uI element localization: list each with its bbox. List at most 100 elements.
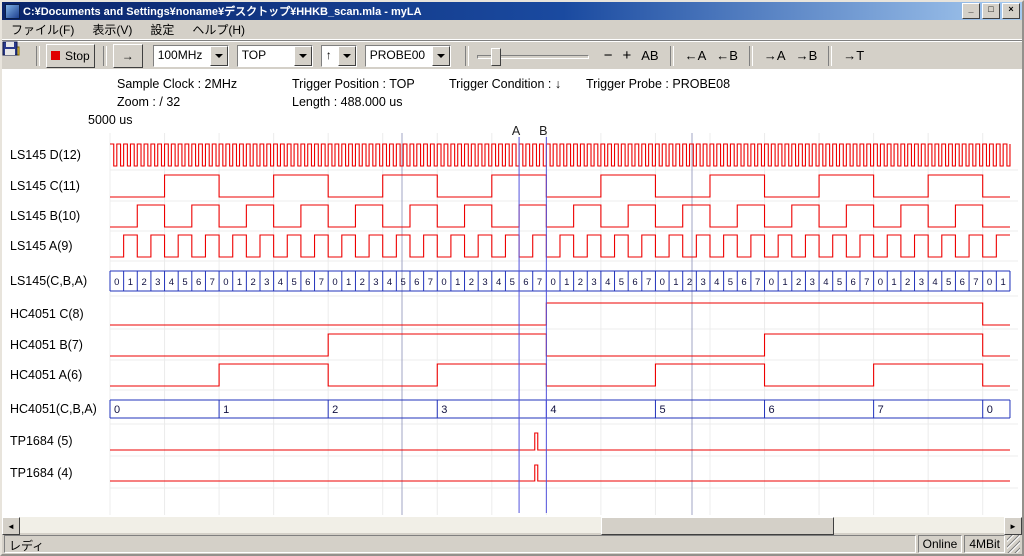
scroll-right-icon[interactable]: ► <box>1004 517 1022 535</box>
svg-text:7: 7 <box>537 277 542 288</box>
bus-waveform: 012345670 <box>110 400 1010 418</box>
svg-text:3: 3 <box>264 277 269 288</box>
svg-text:7: 7 <box>319 277 324 288</box>
trigger-position-combo[interactable]: TOP <box>237 45 313 67</box>
horizontal-scrollbar[interactable]: ◄ ► <box>2 517 1022 533</box>
status-memory: 4MBit <box>964 535 1005 553</box>
window-title: C:¥Documents and Settings¥noname¥デスクトップ¥… <box>23 3 960 19</box>
svg-text:1: 1 <box>782 277 787 288</box>
svg-text:6: 6 <box>305 277 310 288</box>
svg-text:4: 4 <box>714 277 719 288</box>
chevron-down-icon[interactable] <box>432 46 450 66</box>
scrollbar-thumb[interactable] <box>601 517 834 535</box>
svg-text:1: 1 <box>564 277 569 288</box>
svg-text:5: 5 <box>728 277 733 288</box>
scroll-left-icon[interactable]: ◄ <box>2 517 20 535</box>
trigger-edge-combo[interactable]: ↑ <box>321 45 357 67</box>
svg-text:2: 2 <box>469 277 474 288</box>
svg-text:4: 4 <box>169 277 174 288</box>
minimize-button[interactable]: _ <box>962 3 980 19</box>
stop-icon <box>51 51 60 60</box>
bus-waveform: 0123456701234567012345670123456701234567… <box>110 271 1010 291</box>
signal-waveform <box>110 465 1010 481</box>
goto-b-right-button[interactable]: →B <box>791 45 823 67</box>
chevron-down-icon[interactable] <box>338 46 356 66</box>
menu-help[interactable]: ヘルプ(H) <box>183 20 254 39</box>
chevron-down-icon[interactable] <box>294 46 312 66</box>
svg-text:0: 0 <box>114 277 119 288</box>
save-button[interactable] <box>20 45 28 67</box>
signal-waveform <box>110 433 1010 450</box>
svg-text:1: 1 <box>1001 277 1006 288</box>
maximize-button[interactable]: □ <box>982 3 1000 19</box>
signal-waveform <box>110 205 1010 227</box>
status-bar: レディ Online 4MBit <box>2 534 1022 554</box>
app-icon <box>5 4 20 19</box>
svg-text:1: 1 <box>455 277 460 288</box>
ab-button[interactable]: AB <box>636 45 663 67</box>
goto-a-left-button[interactable]: ←A <box>680 45 712 67</box>
svg-text:7: 7 <box>646 277 651 288</box>
svg-text:6: 6 <box>523 277 528 288</box>
goto-b-left-button[interactable]: ←B <box>711 45 743 67</box>
marker-label-a[interactable]: A <box>512 124 521 138</box>
run-button[interactable]: → <box>113 44 143 68</box>
svg-text:0: 0 <box>769 277 774 288</box>
marker-label-b[interactable]: B <box>539 124 547 138</box>
zoom-out-button[interactable]: − <box>599 45 618 67</box>
scrollbar-track[interactable] <box>20 517 1004 533</box>
svg-text:4: 4 <box>550 404 556 416</box>
stop-button[interactable]: Stop <box>46 44 95 68</box>
trigger-probe-combo[interactable]: PROBE00 <box>365 45 451 67</box>
svg-text:4: 4 <box>387 277 392 288</box>
close-button[interactable]: × <box>1002 3 1020 19</box>
svg-text:6: 6 <box>851 277 856 288</box>
svg-text:5: 5 <box>659 404 665 416</box>
svg-text:3: 3 <box>373 277 378 288</box>
trigger-edge-value: ↑ <box>322 46 338 66</box>
svg-text:2: 2 <box>251 277 256 288</box>
menu-file[interactable]: ファイル(F) <box>2 20 83 39</box>
svg-text:7: 7 <box>428 277 433 288</box>
svg-text:0: 0 <box>441 277 446 288</box>
waveform-client: Sample Clock : 2MHz Trigger Position : T… <box>2 69 1022 517</box>
menu-settings[interactable]: 設定 <box>141 20 183 39</box>
svg-text:5: 5 <box>837 277 842 288</box>
goto-a-right-button[interactable]: →A <box>759 45 791 67</box>
svg-text:2: 2 <box>360 277 365 288</box>
toolbar-separator <box>36 46 40 66</box>
svg-text:0: 0 <box>987 277 992 288</box>
toolbar: Stop → 100MHz TOP ↑ PROBE00 − + AB ←A <box>2 40 1022 70</box>
svg-text:5: 5 <box>182 277 187 288</box>
status-ready: レディ <box>4 535 916 553</box>
svg-text:0: 0 <box>332 277 337 288</box>
svg-text:2: 2 <box>332 404 338 416</box>
zoom-in-button[interactable]: + <box>617 45 636 67</box>
svg-text:2: 2 <box>796 277 801 288</box>
save-floppy-icon <box>2 41 18 56</box>
svg-text:4: 4 <box>605 277 610 288</box>
svg-text:6: 6 <box>632 277 637 288</box>
chevron-down-icon[interactable] <box>210 46 228 66</box>
svg-text:3: 3 <box>155 277 160 288</box>
svg-text:6: 6 <box>769 404 775 416</box>
svg-text:6: 6 <box>741 277 746 288</box>
signal-waveform <box>110 175 1010 197</box>
svg-text:5: 5 <box>619 277 624 288</box>
zoom-slider[interactable] <box>477 45 589 67</box>
resize-grip[interactable] <box>1007 535 1020 553</box>
svg-text:0: 0 <box>114 404 120 416</box>
menu-view[interactable]: 表示(V) <box>83 20 141 39</box>
timing-diagram: 0123456701234567012345670123456701234567… <box>2 69 1022 517</box>
svg-text:5: 5 <box>401 277 406 288</box>
zoom-slider-handle[interactable] <box>491 48 501 66</box>
svg-text:3: 3 <box>441 404 447 416</box>
svg-text:2: 2 <box>687 277 692 288</box>
svg-text:0: 0 <box>223 277 228 288</box>
svg-text:3: 3 <box>919 277 924 288</box>
sample-clock-combo[interactable]: 100MHz <box>153 45 229 67</box>
title-bar: C:¥Documents and Settings¥noname¥デスクトップ¥… <box>2 2 1022 20</box>
svg-text:7: 7 <box>210 277 215 288</box>
goto-trigger-button[interactable]: →T <box>838 45 869 67</box>
signal-waveform <box>110 334 1010 356</box>
